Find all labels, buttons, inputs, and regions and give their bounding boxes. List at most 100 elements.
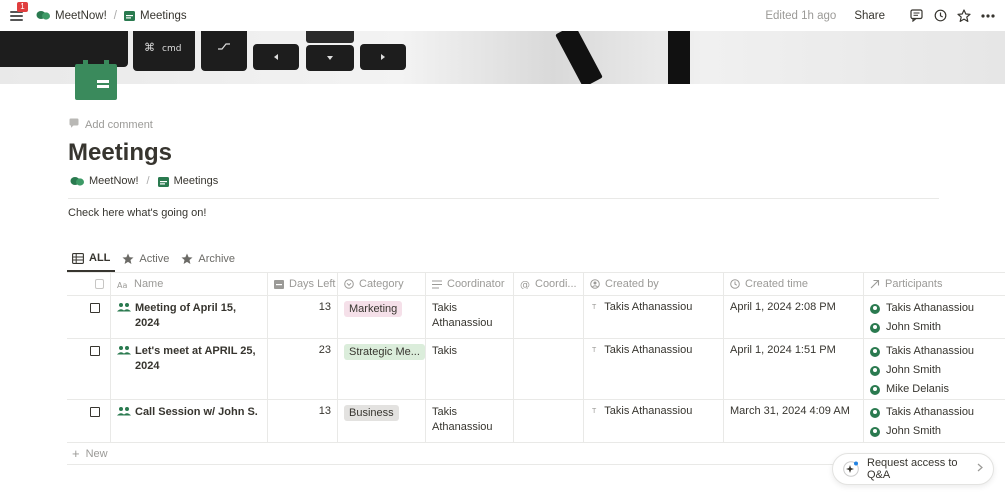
page-calendar-icon[interactable] [75,60,117,100]
created-by-cell[interactable]: T Takis Athanassiou [584,339,724,399]
participant[interactable]: John Smith [870,361,999,380]
participants-cell[interactable]: Takis Athanassiou John Smith Mike Delani… [864,339,1005,399]
user-initial-avatar: T [592,407,597,415]
avatar [870,384,880,395]
table-icon [72,252,84,264]
category-cell[interactable]: Strategic Me... [338,339,426,399]
column-header-days-left[interactable]: Days Left [268,273,338,295]
coordinator-cell[interactable]: Takis Athanassiou [426,400,514,442]
text-lines-icon [432,280,442,289]
column-header-name[interactable]: Aa Name [111,273,268,295]
top-bar: 1 MeetNow! / Meetings Edited 1h ago Shar… [0,0,1005,31]
tab-archive[interactable]: Archive [176,250,240,272]
comments-icon[interactable] [909,9,923,23]
left-arrow-key [253,44,299,70]
coordinator-cell[interactable]: Takis [426,339,514,399]
meeting-name[interactable]: Call Session w/ John S. [135,405,258,420]
table-row[interactable]: Call Session w/ John S. 13 Business Taki… [67,400,1005,443]
table-row[interactable]: Meeting of April 15, 2024 13 Marketing T… [67,296,1005,339]
created-by-name: Takis Athanassiou [604,301,693,313]
days-left-cell[interactable]: 13 [268,400,338,442]
participants-cell[interactable]: Takis Athanassiou John Smith [864,296,1005,338]
participant-name: John Smith [886,425,942,437]
plus-icon: + [72,446,80,461]
participant-name: Takis Athanassiou [886,406,975,418]
created-time-cell[interactable]: April 1, 2024 2:08 PM [724,296,864,338]
group-people-icon [117,302,131,312]
column-header-created-time[interactable]: Created time [724,273,864,295]
name-cell[interactable]: Meeting of April 15, 2024 [111,296,268,338]
page-breadcrumb-meetings[interactable]: Meetings [174,175,219,187]
name-cell[interactable]: Call Session w/ John S. [111,400,268,442]
page-description[interactable]: Check here what's going on! [68,207,206,219]
request-access-button[interactable]: Request access to Q&A [832,453,994,485]
created-time-cell[interactable]: March 31, 2024 4:09 AM [724,400,864,442]
row-checkbox[interactable] [90,303,100,313]
breadcrumb-separator: / [113,9,117,22]
down-arrow-key [306,45,354,71]
svg-text:Aa: Aa [117,281,127,289]
created-by-cell[interactable]: T Takis Athanassiou [584,296,724,338]
created-by-cell[interactable]: T Takis Athanassiou [584,400,724,442]
select-all-checkbox[interactable] [95,279,104,289]
sidebar-menu-icon[interactable]: 1 [10,1,28,23]
participant[interactable]: Takis Athanassiou [870,342,999,361]
page-title[interactable]: Meetings [68,139,172,167]
days-left-cell[interactable]: 23 [268,339,338,399]
days-left-cell[interactable]: 13 [268,296,338,338]
created-time-cell[interactable]: April 1, 2024 1:51 PM [724,339,864,399]
row-checkbox[interactable] [90,346,100,356]
table-row[interactable]: Let's meet at APRIL 25, 2024 23 Strategi… [67,339,1005,400]
participant[interactable]: John Smith [870,422,999,441]
edited-timestamp: Edited 1h ago [765,9,837,22]
add-new-row-button[interactable]: + New [67,443,939,465]
participant[interactable]: Takis Athanassiou [870,403,999,422]
participant[interactable]: John Smith [870,318,999,337]
column-header-participants[interactable]: Participants [864,273,1005,295]
participants-cell[interactable]: Takis Athanassiou John Smith [864,400,1005,442]
category-cell[interactable]: Marketing [338,296,426,338]
name-cell[interactable]: Let's meet at APRIL 25, 2024 [111,339,268,399]
coordinator-email-cell[interactable] [514,296,584,338]
sparkle-icon [843,461,859,477]
column-header-created-by[interactable]: Created by [584,273,724,295]
coordinator-email-cell[interactable] [514,339,584,399]
calendar-icon [274,279,284,289]
calendar-icon [157,176,169,187]
tab-active-label: Active [139,253,170,265]
meeting-name[interactable]: Meeting of April 15, 2024 [135,301,261,331]
category-cell[interactable]: Business [338,400,426,442]
coordinator-cell[interactable]: Takis Athanassiou [426,296,514,338]
tab-active[interactable]: Active [117,250,174,272]
breadcrumb-item-meetings[interactable]: Meetings [140,10,187,22]
coordinator-email-cell[interactable] [514,400,584,442]
more-options-icon[interactable] [981,9,995,23]
participant[interactable]: Mike Delanis [870,380,999,399]
participant-name: Takis Athanassiou [886,302,975,314]
breadcrumb-item-meetnow[interactable]: MeetNow! [55,10,107,22]
row-select-cell [67,296,111,338]
cover-image[interactable]: ⌘ cmd [0,31,1005,84]
add-comment-button[interactable]: Add comment [69,118,153,131]
category-tag: Marketing [344,301,403,317]
coordinator-name: Takis Athanassiou [432,302,493,329]
meeting-name[interactable]: Let's meet at APRIL 25, 2024 [135,344,261,374]
column-header-name-label: Name [134,278,164,290]
page-breadcrumb-meetnow[interactable]: MeetNow! [89,175,139,187]
favorite-star-icon[interactable] [957,8,971,23]
history-clock-icon[interactable] [933,9,947,23]
column-header-coordinator[interactable]: Coordinator [426,273,514,295]
clock-icon [730,279,740,289]
text-property-icon: Aa [117,280,129,289]
new-row-label: New [85,447,108,460]
share-button[interactable]: Share [854,10,885,22]
select-all-header[interactable] [67,273,111,295]
column-header-coordinator-email[interactable]: @ Coordi... [514,273,584,295]
row-checkbox[interactable] [90,407,100,417]
avatar [870,346,880,357]
request-access-label: Request access to Q&A [867,457,958,481]
tab-all[interactable]: ALL [67,250,116,272]
participant[interactable]: Takis Athanassiou [870,299,999,318]
column-header-category[interactable]: Category [338,273,426,295]
category-tag: Strategic Me... [344,344,425,360]
